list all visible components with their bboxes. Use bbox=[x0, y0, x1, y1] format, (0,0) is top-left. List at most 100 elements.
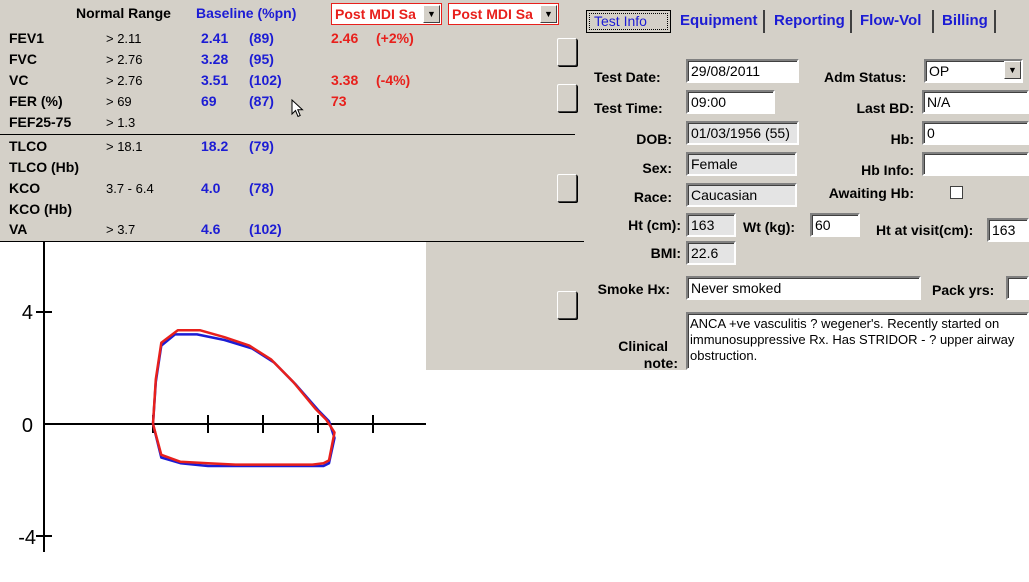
post-mdi-select-1[interactable]: Post MDI Sa ▼ bbox=[331, 3, 442, 25]
row-predicted: (87) bbox=[249, 93, 274, 109]
row-range: > 69 bbox=[106, 94, 132, 109]
chevron-down-icon[interactable]: ▼ bbox=[1004, 61, 1021, 79]
row-label: FEV1 bbox=[9, 30, 45, 46]
row-predicted: (102) bbox=[249, 221, 282, 237]
clinical-note-label: Clinical bbox=[618, 338, 668, 354]
ht-label: Ht (cm): bbox=[628, 217, 681, 233]
last-bd-label: Last BD: bbox=[856, 100, 914, 116]
post-mdi-select-2-value: Post MDI Sa bbox=[452, 6, 533, 22]
smoke-hx-label: Smoke Hx: bbox=[597, 281, 670, 297]
post-mdi-loop bbox=[151, 328, 336, 466]
row-baseline: 69 bbox=[201, 93, 217, 109]
test-date-label: Test Date: bbox=[594, 69, 661, 85]
row-range: > 3.7 bbox=[106, 222, 136, 237]
divider bbox=[0, 134, 575, 135]
row-change: (-4%) bbox=[376, 72, 411, 88]
dob-label: DOB: bbox=[636, 131, 672, 147]
mouse-cursor-icon bbox=[291, 99, 304, 118]
flow-volume-chart: 4 0 -4 bbox=[18, 242, 426, 552]
chevron-down-icon[interactable]: ▼ bbox=[423, 5, 440, 23]
row-predicted: (95) bbox=[249, 51, 274, 67]
hb-label: Hb: bbox=[890, 131, 914, 147]
row-post: 2.46 bbox=[331, 30, 359, 46]
tab-equipment[interactable]: Equipment bbox=[676, 10, 765, 33]
awaiting-hb-label: Awaiting Hb: bbox=[828, 185, 914, 201]
post-mdi-select-2[interactable]: Post MDI Sa ▼ bbox=[448, 3, 559, 25]
row-post: 3.38 bbox=[331, 72, 359, 88]
hb-info-field[interactable] bbox=[922, 152, 1029, 176]
spirometry-detail-button[interactable] bbox=[557, 38, 577, 66]
dob-field: 01/03/1956 (55) bbox=[686, 121, 799, 145]
row-baseline: 3.28 bbox=[201, 51, 229, 67]
y-tick-label: 0 bbox=[22, 415, 33, 437]
adm-status-label: Adm Status: bbox=[824, 69, 907, 85]
row-label: KCO bbox=[9, 180, 41, 196]
row-label: FER (%) bbox=[9, 93, 63, 109]
row-label: KCO (Hb) bbox=[9, 201, 72, 217]
row-baseline: 18.2 bbox=[201, 138, 229, 154]
hb-info-label: Hb Info: bbox=[861, 162, 914, 178]
volumes-detail-button[interactable] bbox=[557, 291, 577, 319]
gas-transfer-detail-button[interactable] bbox=[557, 174, 577, 202]
row-label: FVC bbox=[9, 51, 37, 67]
row-predicted: (89) bbox=[249, 30, 274, 46]
row-label: FEF25-75 bbox=[9, 114, 72, 130]
row-range: > 2.76 bbox=[106, 52, 143, 67]
ht-visit-label: Ht at visit(cm): bbox=[876, 222, 974, 238]
row-label: TLCO (Hb) bbox=[9, 159, 79, 175]
row-range: > 2.11 bbox=[106, 31, 142, 46]
sex-field[interactable]: Female bbox=[686, 152, 797, 176]
ht-visit-field[interactable]: 163 bbox=[987, 218, 1029, 242]
tab-reporting[interactable]: Reporting bbox=[770, 10, 852, 33]
adm-status-value: OP bbox=[929, 63, 950, 79]
row-predicted: (102) bbox=[249, 72, 282, 88]
row-baseline: 3.51 bbox=[201, 72, 229, 88]
wt-label: Wt (kg): bbox=[743, 219, 796, 235]
y-tick-label: 4 bbox=[22, 302, 33, 324]
chevron-down-icon[interactable]: ▼ bbox=[540, 5, 557, 23]
test-date-field[interactable]: 29/08/2011 bbox=[686, 59, 799, 83]
row-baseline: 2.41 bbox=[201, 30, 229, 46]
row-range: 3.7 - 6.4 bbox=[106, 181, 154, 196]
row-predicted: (79) bbox=[249, 138, 274, 154]
row-predicted: (78) bbox=[249, 180, 274, 196]
row-range: > 2.76 bbox=[106, 73, 143, 88]
row-baseline: 4.0 bbox=[201, 180, 221, 196]
flow-volume-graph: 4 0 -4 bbox=[0, 242, 426, 579]
clinical-note-field[interactable]: ANCA +ve vasculitis ? wegener's. Recentl… bbox=[686, 312, 1029, 370]
test-time-label: Test Time: bbox=[594, 100, 663, 116]
row-change: (+2%) bbox=[376, 30, 414, 46]
row-label: VA bbox=[9, 221, 28, 237]
adm-status-select[interactable]: OP ▼ bbox=[924, 59, 1023, 83]
bmi-field: 22.6 bbox=[686, 241, 736, 265]
fer-detail-button[interactable] bbox=[557, 84, 577, 112]
ht-field[interactable]: 163 bbox=[686, 213, 736, 237]
row-label: TLCO bbox=[9, 138, 48, 154]
sex-label: Sex: bbox=[642, 160, 672, 176]
test-time-field[interactable]: 09:00 bbox=[686, 90, 775, 114]
test-info-panel: Test Info Equipment Reporting Flow-Vol B… bbox=[584, 0, 1029, 371]
row-post: 73 bbox=[331, 93, 347, 109]
row-label: VC bbox=[9, 72, 29, 88]
pack-yrs-field[interactable] bbox=[1006, 276, 1029, 300]
y-tick-label: -4 bbox=[18, 527, 36, 549]
last-bd-field[interactable]: N/A bbox=[922, 90, 1029, 114]
normal-range-header: Normal Range bbox=[76, 5, 171, 21]
awaiting-hb-checkbox[interactable] bbox=[950, 186, 963, 199]
tab-test-info[interactable]: Test Info bbox=[586, 10, 671, 33]
tab-billing[interactable]: Billing bbox=[938, 10, 996, 33]
row-range: > 18.1 bbox=[106, 139, 143, 154]
race-field[interactable]: Caucasian bbox=[686, 183, 797, 207]
smoke-hx-field[interactable]: Never smoked bbox=[686, 276, 921, 300]
row-baseline: 4.6 bbox=[201, 221, 221, 237]
loops bbox=[151, 328, 336, 468]
hb-field[interactable]: 0 bbox=[922, 121, 1029, 145]
pack-yrs-label: Pack yrs: bbox=[932, 282, 995, 298]
clinical-note-label-2: note: bbox=[643, 355, 678, 371]
baseline-header: Baseline (%pn) bbox=[196, 5, 297, 21]
row-range: > 1.3 bbox=[106, 115, 136, 130]
race-label: Race: bbox=[633, 189, 672, 205]
tab-flow-vol[interactable]: Flow-Vol bbox=[856, 10, 934, 33]
wt-field[interactable]: 60 bbox=[810, 213, 860, 237]
post-mdi-select-1-value: Post MDI Sa bbox=[335, 6, 416, 22]
